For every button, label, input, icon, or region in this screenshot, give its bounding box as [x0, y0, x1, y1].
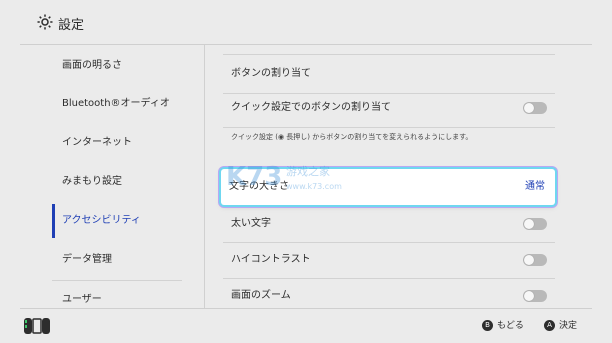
settings-screen: 設定 画面の明るさ Bluetooth®オーディオ インターネット みまもり設定…: [0, 0, 612, 343]
footer: B もどる A 決定: [0, 309, 612, 343]
row-divider: [223, 127, 555, 128]
sidebar-item-label: ユーザー: [62, 294, 102, 305]
sidebar-item-label: アクセシビリティ: [62, 215, 141, 226]
quick-settings-mapping-toggle[interactable]: [523, 102, 547, 114]
screen-zoom-toggle[interactable]: [523, 290, 547, 302]
sidebar-item-internet[interactable]: インターネット: [52, 124, 182, 162]
text-size-value: 通常: [525, 181, 545, 192]
joycon-icon: [24, 318, 50, 334]
header: 設定: [0, 0, 612, 44]
row-bold-text[interactable]: 太い文字: [223, 205, 555, 243]
toggle-knob: [524, 255, 534, 265]
help-note: クイック設定 (◉ 長押し) からボタンの割り当てを変えられるようにします。: [231, 133, 473, 141]
row-button-mapping[interactable]: ボタンの割り当て: [223, 55, 555, 93]
confirm-hint[interactable]: A 決定: [544, 309, 577, 343]
a-button-icon: A: [544, 320, 555, 331]
row-label: 文字の大きさ: [229, 181, 289, 192]
row-label: クイック設定でのボタンの割り当て: [231, 102, 391, 113]
toggle-knob: [524, 219, 534, 229]
row-quick-settings-mapping[interactable]: クイック設定でのボタンの割り当て: [223, 89, 555, 127]
sidebar-item-label: Bluetooth®オーディオ: [62, 98, 170, 109]
sidebar-item-data-management[interactable]: データ管理: [52, 241, 182, 279]
sidebar-item-label: データ管理: [62, 254, 112, 265]
row-label: ハイコントラスト: [231, 254, 311, 265]
settings-content: ボタンの割り当て クイック設定でのボタンの割り当て クイック設定 (◉ 長押し)…: [205, 45, 612, 308]
row-text-size[interactable]: 文字の大きさ 通常: [221, 169, 555, 205]
sidebar-item-parental-controls[interactable]: みまもり設定: [52, 163, 182, 201]
sidebar-item-bluetooth-audio[interactable]: Bluetooth®オーディオ: [52, 85, 182, 123]
sidebar-item-accessibility[interactable]: アクセシビリティ: [52, 202, 182, 240]
sidebar-item-label: インターネット: [62, 137, 132, 148]
row-label: 画面のズーム: [231, 290, 291, 301]
sidebar: 画面の明るさ Bluetooth®オーディオ インターネット みまもり設定 アク…: [0, 45, 204, 308]
sidebar-item-label: みまもり設定: [62, 176, 122, 187]
bold-text-toggle[interactable]: [523, 218, 547, 230]
row-high-contrast[interactable]: ハイコントラスト: [223, 241, 555, 279]
row-label: 太い文字: [231, 218, 271, 229]
back-label: もどる: [497, 321, 524, 331]
sidebar-item-brightness[interactable]: 画面の明るさ: [52, 47, 182, 85]
b-button-icon: B: [482, 320, 493, 331]
gear-icon: [37, 14, 53, 30]
toggle-knob: [524, 103, 534, 113]
high-contrast-toggle[interactable]: [523, 254, 547, 266]
row-label: ボタンの割り当て: [231, 68, 311, 79]
row-screen-zoom[interactable]: 画面のズーム: [223, 277, 555, 308]
confirm-label: 決定: [559, 321, 578, 331]
back-hint[interactable]: B もどる: [482, 309, 524, 343]
toggle-knob: [524, 291, 534, 301]
sidebar-item-label: 画面の明るさ: [62, 60, 122, 71]
sidebar-item-users[interactable]: ユーザー: [52, 281, 182, 308]
page-title: 設定: [58, 18, 85, 33]
